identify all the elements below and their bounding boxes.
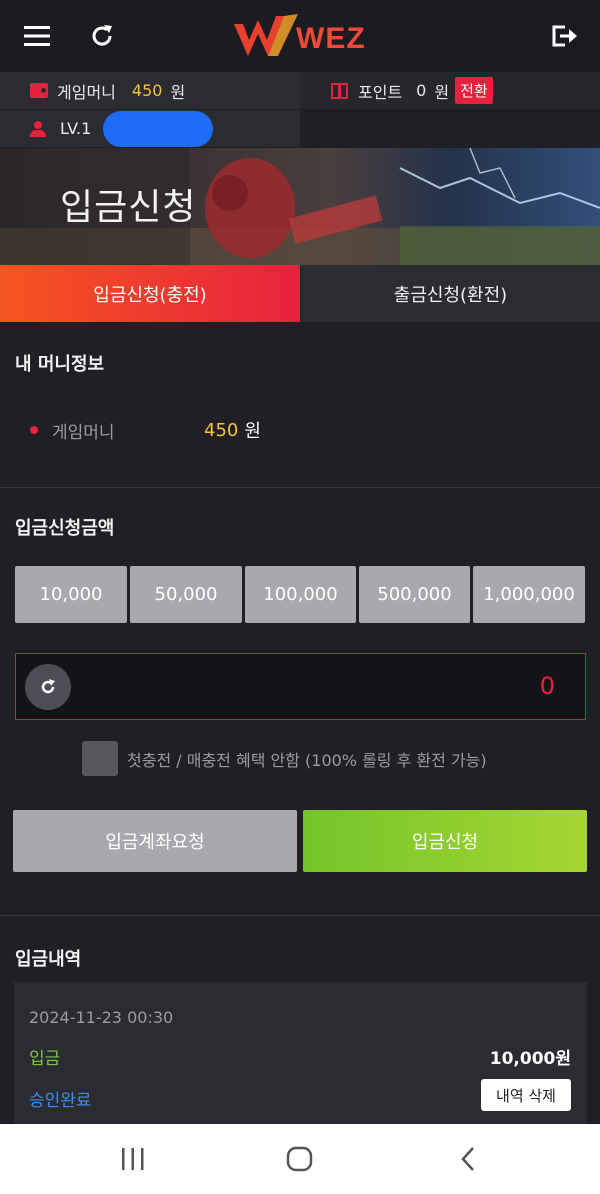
wallet-icon: [30, 83, 48, 98]
user-icon: [30, 120, 46, 137]
game-money-value: 450: [131, 81, 163, 100]
account-info-row: 게임머니 450 원 포인트 0 원 전환: [0, 72, 600, 109]
money-info-row: 게임머니: [30, 418, 115, 443]
point-value: 0: [416, 81, 427, 100]
game-money-cell: 게임머니 450 원: [0, 72, 300, 109]
level-label: LV.1: [60, 119, 92, 138]
section-divider-2: [0, 915, 600, 916]
deposit-history-title: 입금내역: [15, 949, 82, 970]
user-level-row: LV.1: [0, 110, 600, 147]
history-datetime: 2024-11-23 00:30: [29, 1008, 174, 1027]
point-cell: 포인트 0 원 전환: [301, 72, 600, 109]
convert-point-button[interactable]: 전환: [455, 77, 493, 104]
history-amount: 10,000원: [489, 1049, 571, 1069]
preset-10000-button[interactable]: 10,000: [15, 566, 127, 623]
point-label: 포인트: [358, 82, 403, 102]
money-info-value: 450: [204, 419, 239, 441]
section-divider: [0, 487, 600, 488]
preset-100000-button[interactable]: 100,000: [245, 566, 356, 623]
reset-amount-icon[interactable]: [25, 664, 71, 710]
top-bar: WEZ: [0, 0, 600, 72]
bonus-opt-out-label: 첫충전 / 매충전 혜택 안함 (100% 롤링 후 환전 가능): [127, 751, 487, 770]
bonus-opt-out-checkbox[interactable]: [82, 741, 118, 776]
logout-icon[interactable]: [544, 16, 584, 56]
back-icon[interactable]: [458, 1146, 478, 1172]
delete-history-button[interactable]: 내역 삭제: [481, 1079, 571, 1111]
deposit-amount-input[interactable]: 0: [15, 653, 586, 720]
money-info-amount: 450 원: [204, 418, 261, 443]
tab-deposit[interactable]: 입금신청(충전): [0, 265, 300, 322]
request-account-button[interactable]: 입금계좌요청: [13, 810, 297, 872]
preset-1000000-button[interactable]: 1,000,000: [473, 566, 585, 623]
preset-50000-button[interactable]: 50,000: [130, 566, 242, 623]
money-info-unit: 원: [244, 421, 261, 442]
page-banner: 입금신청: [0, 148, 600, 265]
money-info-title: 내 머니정보: [15, 354, 105, 375]
home-icon[interactable]: [286, 1146, 314, 1172]
recent-apps-icon[interactable]: [118, 1148, 148, 1170]
gift-icon: [331, 82, 348, 99]
history-card: 2024-11-23 00:30 입금 10,000원 승인완료 내역 삭제: [14, 982, 587, 1124]
history-status: 승인완료: [29, 1091, 92, 1111]
game-money-unit: 원: [170, 82, 186, 102]
point-unit: 원: [434, 82, 450, 102]
preset-500000-button[interactable]: 500,000: [359, 566, 470, 623]
bullet-dot-icon: [30, 426, 38, 434]
game-money-label: 게임머니: [57, 82, 116, 102]
submit-deposit-button[interactable]: 입금신청: [303, 810, 587, 872]
username-redacted: [103, 110, 214, 147]
brand-logo[interactable]: WEZ: [232, 10, 372, 64]
logo-text: WEZ: [296, 22, 366, 55]
level-cell: LV.1: [0, 110, 300, 147]
system-nav-bar: [0, 1124, 600, 1194]
tab-withdraw[interactable]: 출금신청(환전): [301, 265, 600, 322]
deposit-withdraw-tabs: 입금신청(충전) 출금신청(환전): [0, 265, 600, 322]
deposit-amount-title: 입금신청금액: [15, 518, 115, 539]
history-type: 입금: [29, 1049, 61, 1069]
hamburger-menu-icon[interactable]: [17, 16, 57, 56]
banner-title: 입금신청: [60, 187, 197, 228]
money-info-label: 게임머니: [52, 422, 115, 443]
refresh-icon[interactable]: [82, 16, 122, 56]
amount-input-value: 0: [539, 672, 555, 700]
